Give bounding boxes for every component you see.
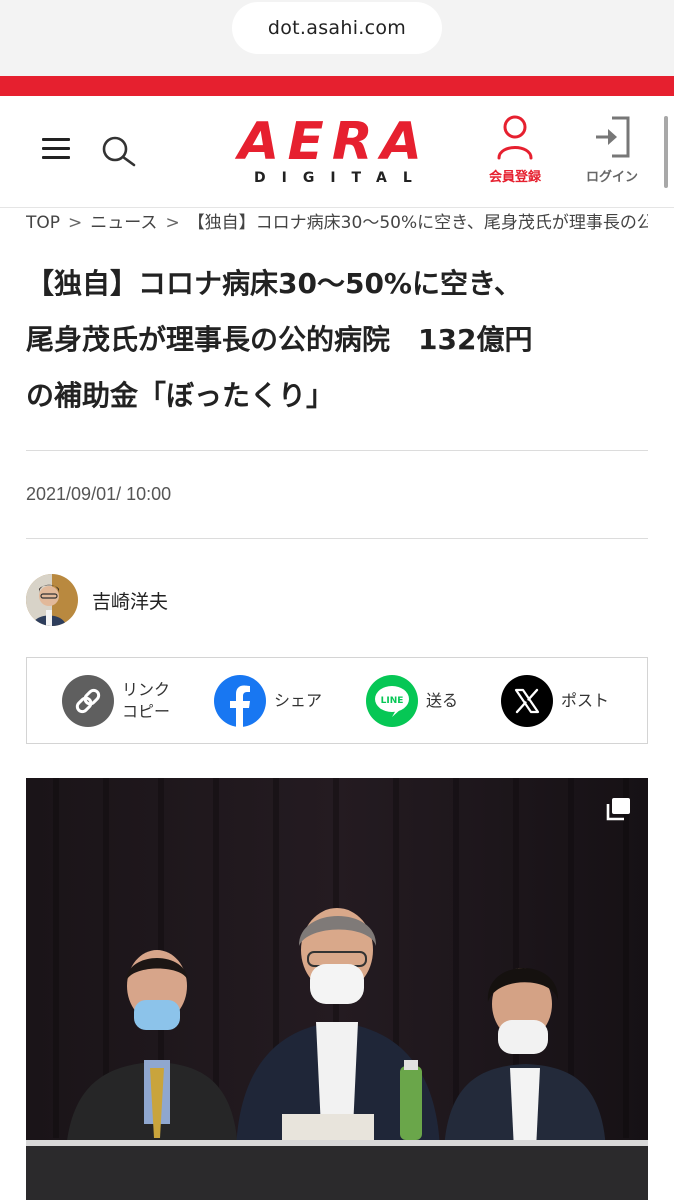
breadcrumb-news[interactable]: ニュース [90, 213, 157, 233]
search-icon[interactable] [100, 134, 140, 170]
author-avatar[interactable] [26, 574, 78, 626]
facebook-share-label: シェア [274, 691, 323, 710]
breadcrumb-current: 【独自】コロナ病床30〜50%に空き、尾身茂氏が理事長の公的病院 132億円の補… [187, 213, 648, 233]
breadcrumb-top[interactable]: TOP [26, 213, 60, 233]
x-post-label: ポスト [561, 691, 610, 710]
logo-sub: DIGITAL [254, 170, 428, 186]
brand-strip [0, 76, 674, 96]
facebook-icon [214, 675, 266, 727]
logo-main: AERA [238, 112, 431, 172]
title-line: 尾身茂氏が理事長の公的病院 132億円 [26, 323, 533, 356]
line-share-button[interactable]: LINE 送る [366, 675, 458, 727]
facebook-share-button[interactable]: シェア [214, 675, 322, 727]
line-icon: LINE [366, 675, 418, 727]
url-field[interactable]: dot.asahi.com [232, 2, 442, 54]
link-icon [62, 675, 114, 727]
copy-link-button[interactable]: リンク コピー [62, 675, 170, 727]
menu-icon[interactable] [42, 138, 72, 164]
breadcrumb-separator: > [68, 213, 83, 233]
aera-digital-logo[interactable]: AERA DIGITAL [238, 112, 431, 190]
article-photo[interactable] [26, 778, 648, 1200]
copy-link-label-line1: リンク [122, 680, 171, 699]
title-line: の補助金「ぼったくり」 [26, 379, 335, 412]
copy-link-label: リンク コピー [122, 679, 170, 723]
divider [26, 450, 648, 451]
author-block: 吉崎洋夫 [26, 574, 168, 626]
login-label: ログイン [585, 170, 638, 185]
article-title: 【独自】コロナ病床30〜50%に空き、 尾身茂氏が理事長の公的病院 132億円 … [26, 256, 648, 424]
browser-address-bar: dot.asahi.com [0, 0, 674, 76]
line-badge-text: LINE [381, 696, 404, 706]
login-button[interactable]: ログイン [576, 114, 648, 188]
login-icon [596, 116, 630, 158]
divider [26, 538, 648, 539]
publish-date: 2021/09/01/ 10:00 [26, 484, 172, 504]
copy-link-label-line2: コピー [122, 702, 171, 721]
site-header: AERA DIGITAL 会員登録 ログイン [0, 96, 674, 208]
line-share-label: 送る [426, 691, 459, 710]
member-register-label: 会員登録 [488, 170, 541, 185]
breadcrumb-separator: > [165, 213, 180, 233]
author-name[interactable]: 吉崎洋夫 [92, 587, 168, 614]
gallery-icon[interactable] [604, 794, 634, 824]
x-icon [501, 675, 553, 727]
scrollbar[interactable] [664, 116, 668, 188]
share-bar: リンク コピー シェア LINE 送る ポスト [26, 657, 648, 744]
title-line: 【独自】コロナ病床30〜50%に空き、 [26, 267, 523, 300]
x-post-button[interactable]: ポスト [501, 675, 609, 727]
breadcrumb: TOP > ニュース > 【独自】コロナ病床30〜50%に空き、尾身茂氏が理事長の公的病… [26, 208, 648, 242]
member-register-button[interactable]: 会員登録 [478, 114, 552, 188]
person-icon [497, 115, 533, 160]
